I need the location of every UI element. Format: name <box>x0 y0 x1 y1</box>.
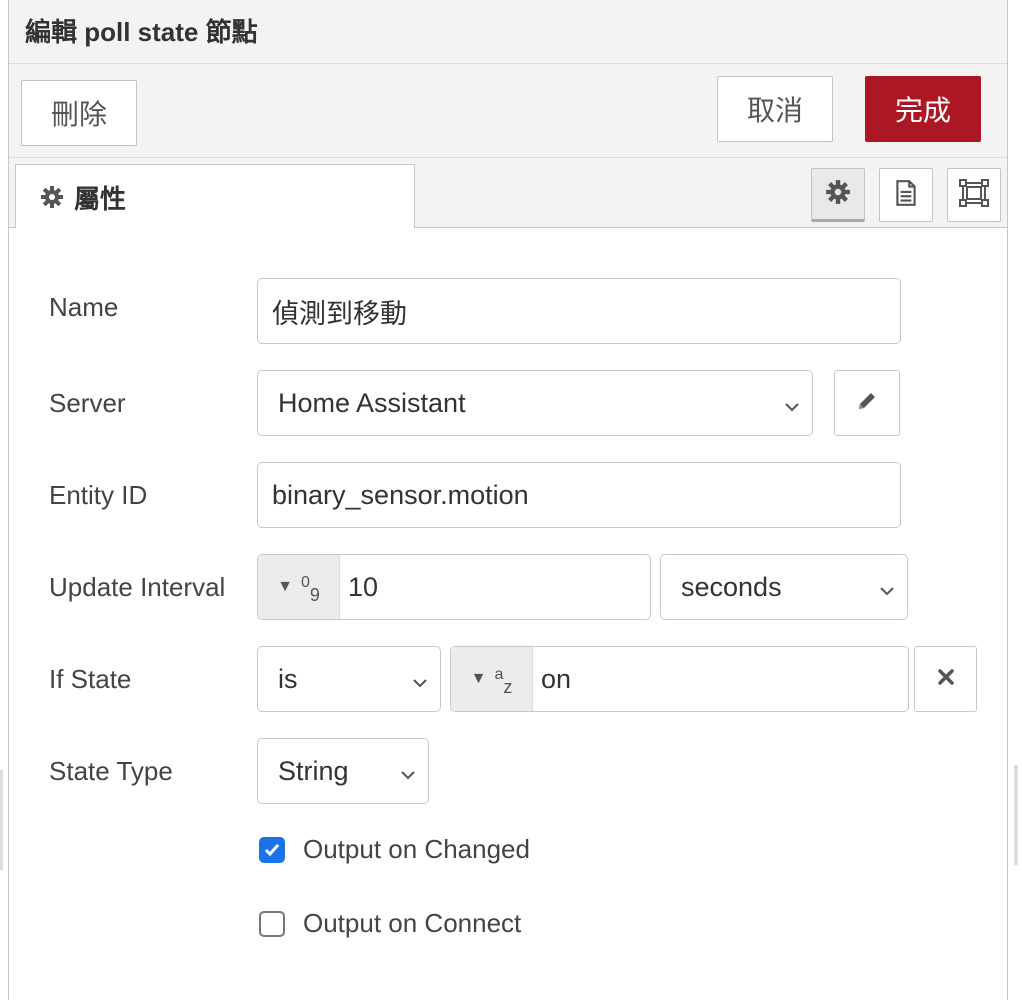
appearance-tab-button[interactable] <box>947 168 1001 222</box>
entity-id-input[interactable]: binary_sensor.motion <box>257 462 901 528</box>
chevron-down-icon <box>398 761 418 792</box>
close-icon <box>937 668 955 691</box>
output-on-changed-row: Output on Changed <box>259 834 530 865</box>
scrollbar[interactable] <box>1014 765 1018 865</box>
caret-down-icon: ▼ <box>470 670 487 687</box>
chevron-down-icon <box>410 669 430 700</box>
output-on-connect-label: Output on Connect <box>303 908 522 938</box>
frame-icon <box>959 178 989 212</box>
document-icon <box>893 179 919 212</box>
chevron-down-icon <box>782 393 802 424</box>
string-type-icon: az <box>494 665 513 697</box>
name-input[interactable]: 偵測到移動 <box>257 278 901 344</box>
chevron-down-icon <box>877 577 897 608</box>
dialog-header: 編輯 poll state 節點 <box>9 0 1007 64</box>
server-select[interactable]: Home Assistant <box>257 370 813 436</box>
delete-button[interactable]: 刪除 <box>21 80 137 146</box>
state-type-select[interactable]: String <box>257 738 429 804</box>
tab-label: 屬性 <box>74 183 127 214</box>
number-type-button[interactable]: ▼ 09 <box>258 555 340 619</box>
cancel-button[interactable]: 取消 <box>717 76 833 142</box>
clear-if-state-button[interactable] <box>914 646 977 712</box>
state-type-label: State Type <box>49 756 173 786</box>
properties-form: Name 偵測到移動 Server Home Assistant Entity … <box>9 228 1007 1000</box>
if-state-operator-select[interactable]: is <box>257 646 441 712</box>
description-tab-button[interactable] <box>879 168 933 222</box>
left-edge <box>0 770 3 870</box>
gear-icon <box>40 185 64 209</box>
entity-id-value: binary_sensor.motion <box>272 479 529 510</box>
edit-server-button[interactable] <box>834 370 900 436</box>
tab-bar: 屬性 <box>9 158 1007 229</box>
update-interval-input[interactable]: ▼ 09 10 <box>257 554 651 620</box>
dialog-toolbar: 刪除 取消 完成 <box>9 64 1007 158</box>
output-on-connect-row: Output on Connect <box>259 908 521 939</box>
output-on-changed-checkbox[interactable] <box>259 836 285 863</box>
output-on-changed-label: Output on Changed <box>303 834 530 864</box>
dialog-title: 編輯 poll state 節點 <box>25 17 258 47</box>
if-state-operator-value: is <box>278 663 298 694</box>
tab-properties[interactable]: 屬性 <box>15 164 415 229</box>
entity-id-label: Entity ID <box>49 480 148 510</box>
name-label: Name <box>49 292 119 322</box>
update-interval-label: Update Interval <box>49 572 226 602</box>
caret-down-icon: ▼ <box>277 578 293 595</box>
server-value: Home Assistant <box>278 387 466 418</box>
interval-unit-value: seconds <box>681 571 782 602</box>
interval-unit-select[interactable]: seconds <box>660 554 908 620</box>
edit-dialog: 編輯 poll state 節點 刪除 取消 完成 屬性 Name 偵測到移動 … <box>8 0 1008 1000</box>
pencil-icon <box>855 389 879 418</box>
done-button[interactable]: 完成 <box>865 76 981 142</box>
gear-icon <box>825 179 851 210</box>
server-label: Server <box>49 388 126 418</box>
if-state-label: If State <box>49 664 132 694</box>
if-state-value: on <box>541 663 572 694</box>
name-value: 偵測到移動 <box>272 298 407 329</box>
number-type-icon: 09 <box>300 573 320 605</box>
string-type-button[interactable]: ▼ az <box>451 647 533 711</box>
state-type-value: String <box>278 755 349 786</box>
properties-tab-button[interactable] <box>811 168 865 222</box>
update-interval-value: 10 <box>348 571 379 602</box>
output-on-connect-checkbox[interactable] <box>259 910 285 937</box>
if-state-value-input[interactable]: ▼ az on <box>450 646 909 712</box>
